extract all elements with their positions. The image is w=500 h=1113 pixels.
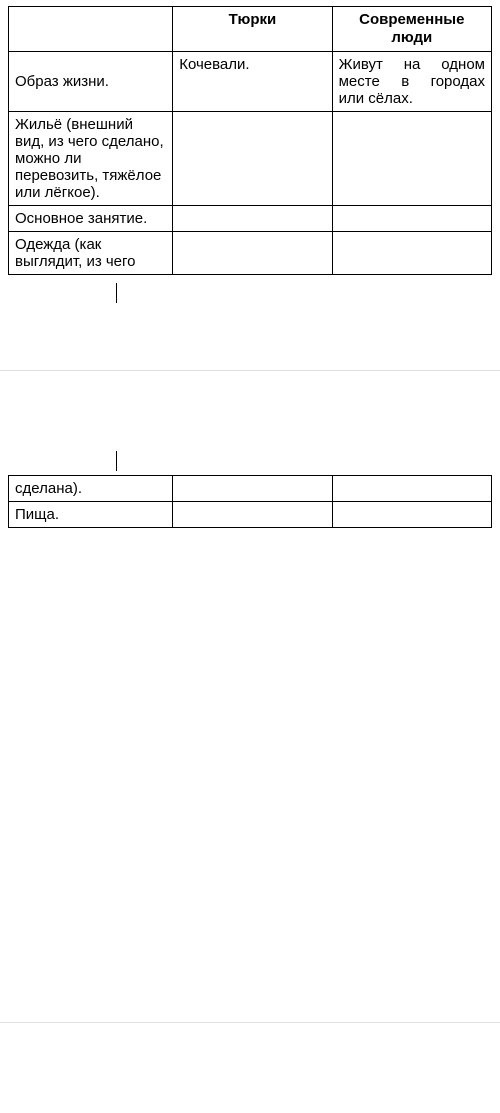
row-col3: [332, 112, 491, 206]
row-col3-line2: месте в городах: [339, 73, 485, 90]
row-label: Пища.: [9, 502, 173, 528]
row-label: Одежда (как выглядит, из чего: [9, 232, 173, 275]
table-row: Образ жизни. Кочевали. Живут на одном ме…: [9, 52, 492, 112]
header-empty: [9, 7, 173, 52]
table-row: Жильё (внешний вид, из чего сделано, мож…: [9, 112, 492, 206]
row-label: Основное занятие.: [9, 206, 173, 232]
table-row: Одежда (как выглядит, из чего: [9, 232, 492, 275]
row-col2: [173, 502, 332, 528]
row-label: сделана).: [9, 476, 173, 502]
header-row: Тюрки Современные люди: [9, 7, 492, 52]
row-col3: Живут на одном месте в городах или сёлах…: [332, 52, 491, 112]
row-col2: Кочевали.: [173, 52, 332, 112]
row-col3: [332, 502, 491, 528]
row-col3-line1: Живут на одном: [339, 56, 485, 73]
row-col3: [332, 476, 491, 502]
text-caret: [116, 451, 117, 471]
comparison-table-continued: сделана). Пища.: [8, 475, 492, 528]
row-col2: [173, 112, 332, 206]
row-col3-line3: или сёлах.: [339, 90, 485, 107]
row-label: Жильё (внешний вид, из чего сделано, мож…: [9, 112, 173, 206]
text-caret: [116, 283, 117, 303]
page-break-gap: [8, 275, 492, 475]
row-col2: [173, 206, 332, 232]
header-modern-line1: Современные: [359, 11, 464, 28]
header-modern-line2: люди: [391, 29, 432, 46]
header-turks: Тюрки: [173, 7, 332, 52]
divider: [0, 370, 500, 371]
table-row: сделана).: [9, 476, 492, 502]
row-label: Образ жизни.: [9, 52, 173, 112]
divider: [0, 1022, 500, 1023]
row-col3: [332, 232, 491, 275]
header-modern: Современные люди: [332, 7, 491, 52]
row-col2: [173, 232, 332, 275]
table-row: Основное занятие.: [9, 206, 492, 232]
row-col2: [173, 476, 332, 502]
table-row: Пища.: [9, 502, 492, 528]
comparison-table: Тюрки Современные люди Образ жизни. Коче…: [8, 6, 492, 275]
row-col3: [332, 206, 491, 232]
